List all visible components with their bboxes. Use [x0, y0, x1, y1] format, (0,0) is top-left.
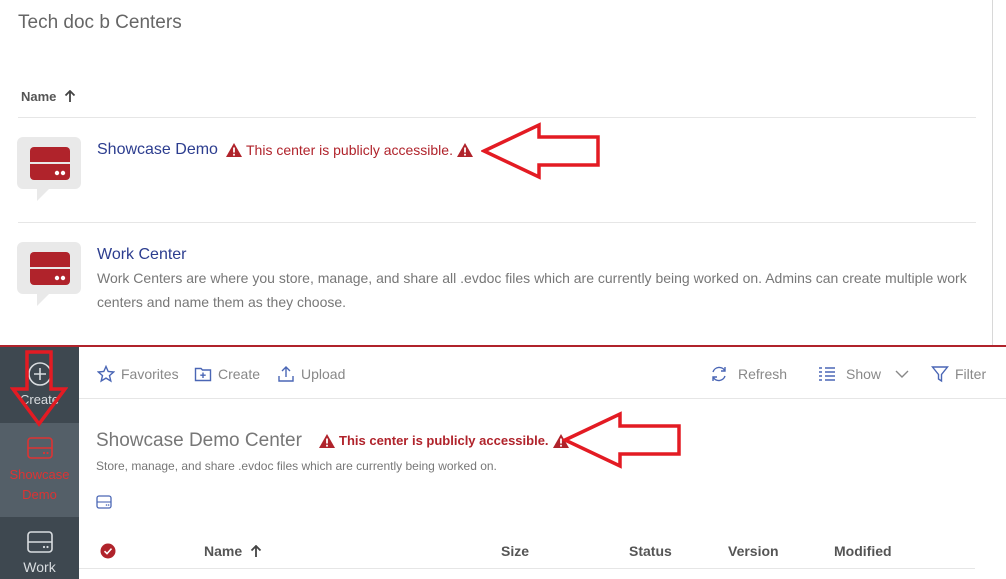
sidebar-item-showcase-demo[interactable]: Showcase Demo [0, 423, 79, 517]
center-title: Showcase Demo Center [96, 430, 302, 451]
size-column-header[interactable]: Size [501, 543, 529, 559]
annotation-arrow [481, 122, 600, 180]
sidebar-item-work[interactable]: Work [0, 531, 79, 579]
refresh-icon [712, 366, 726, 382]
upload-button[interactable]: Upload [277, 365, 345, 383]
version-column-header[interactable]: Version [728, 543, 779, 559]
modified-column-header[interactable]: Modified [834, 543, 892, 559]
list-icon [819, 367, 835, 381]
row-divider [18, 117, 976, 118]
drive-icon [26, 437, 53, 459]
center-drive-icon [17, 242, 81, 306]
annotation-arrow [562, 411, 681, 469]
add-folder-icon [194, 367, 212, 382]
select-all-checkbox[interactable] [100, 543, 116, 559]
upload-icon [278, 366, 294, 382]
name-column-header[interactable]: Name [21, 89, 76, 104]
refresh-button[interactable]: Refresh [710, 365, 787, 383]
warning-icon [226, 143, 242, 157]
center-description: Work Centers are where you store, manage… [97, 270, 967, 310]
center-subtitle: Store, manage, and share .evdoc files wh… [96, 459, 497, 473]
row-divider [18, 222, 976, 223]
center-drive-icon [17, 137, 81, 201]
sort-ascending-icon [251, 544, 262, 557]
filter-button[interactable]: Filter [931, 365, 986, 383]
annotation-arrow-down [10, 350, 68, 427]
drive-icon [26, 531, 53, 553]
center-detail-panel: Create Showcase Demo Work Favorites Crea… [0, 345, 1006, 579]
public-access-warning: This center is publicly accessible. [226, 142, 473, 158]
center-link-showcase-demo[interactable]: Showcase Demo [97, 141, 218, 159]
star-icon [97, 365, 115, 383]
create-button[interactable]: Create [194, 365, 260, 383]
page-title: Tech doc b Centers [18, 12, 182, 33]
favorites-button[interactable]: Favorites [97, 365, 179, 383]
sort-ascending-icon [65, 90, 76, 102]
drive-icon [96, 495, 112, 509]
center-link-work-center[interactable]: Work Center [97, 246, 187, 264]
toolbar: Favorites Create Upload Refresh Show Fil… [79, 347, 1006, 399]
file-table-header: Name Size Status Version Modified [79, 533, 975, 569]
warning-icon [456, 143, 473, 157]
public-access-warning: This center is publicly accessible. [319, 433, 569, 448]
warning-icon [319, 433, 335, 448]
name-column-header[interactable]: Name [204, 543, 262, 559]
filter-icon [931, 366, 949, 383]
centers-list-panel: Tech doc b Centers Name Showcase Demo Th… [0, 0, 993, 345]
show-dropdown[interactable]: Show [818, 365, 911, 383]
status-column-header[interactable]: Status [629, 543, 672, 559]
chevron-down-icon [895, 370, 909, 378]
